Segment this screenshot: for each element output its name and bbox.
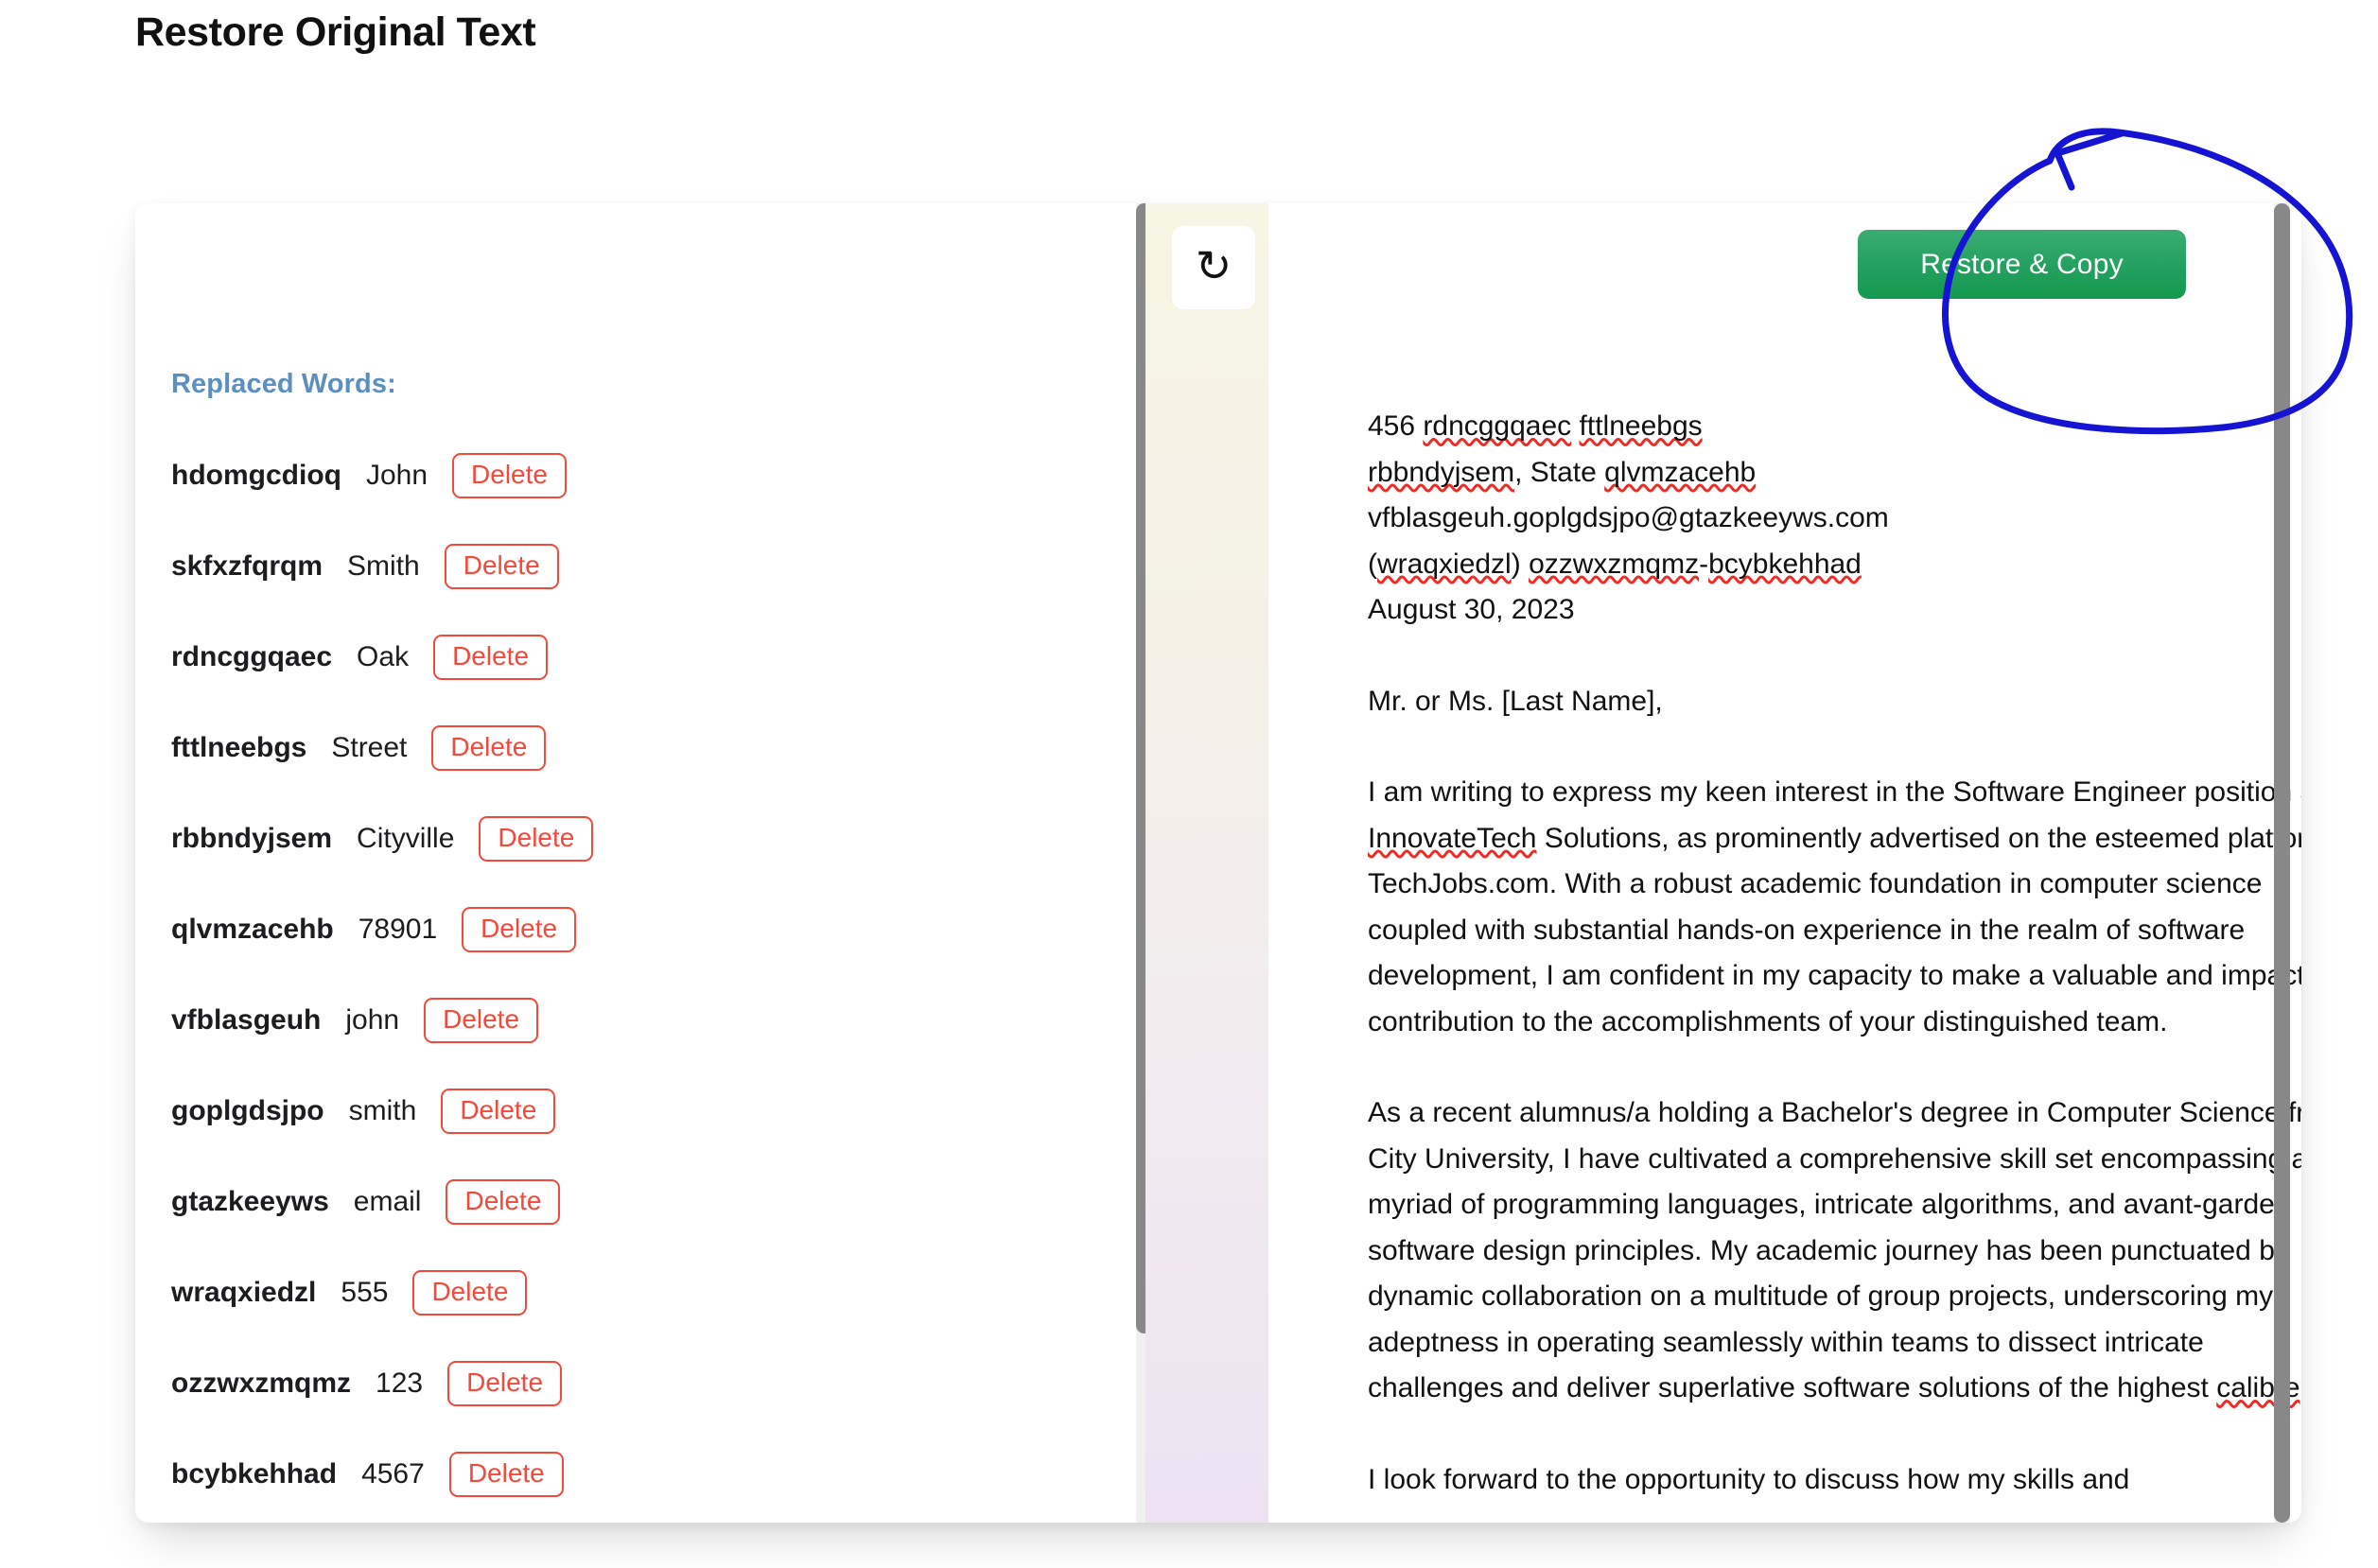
replaced-token: fttlneebgs: [171, 732, 306, 764]
replaced-token: ozzwxzmqmz: [171, 1368, 351, 1400]
original-word: John: [366, 460, 428, 492]
replaced-token: qlvmzacehb: [171, 914, 334, 946]
original-word: Cityville: [357, 823, 454, 855]
restore-card: Replaced Words: hdomgcdioqJohnDeleteskfx…: [135, 203, 2301, 1523]
divider-strip: ↻: [1145, 203, 1268, 1523]
delete-button[interactable]: Delete: [449, 1452, 564, 1497]
replaced-word-row: wraqxiedzl 555 Delete: [135, 1247, 1145, 1338]
misspelled-word: ozzwxzmqmz: [1529, 549, 1699, 580]
original-word: smith: [349, 1095, 417, 1127]
replaced-words-pane: Replaced Words: hdomgcdioqJohnDeleteskfx…: [135, 203, 1145, 1523]
misspelled-word: qlvmzacehb: [1604, 457, 1756, 488]
address-line: 456 rdncggqaec fttlneebgs: [1368, 404, 2301, 450]
replaced-word-row: goplgdsjpo smith Delete: [135, 1066, 1145, 1157]
original-word: john: [345, 1004, 399, 1037]
delete-button[interactable]: Delete: [412, 1270, 527, 1315]
misspelled-word: bcybkehhad: [1708, 549, 1862, 580]
address-line: rbbndyjsem, State qlvmzacehb: [1368, 450, 2301, 497]
replaced-word-row: gtazkeeyws email Delete: [135, 1157, 1145, 1247]
letter-paragraph-2: As a recent alumnus/a holding a Bachelor…: [1368, 1090, 2301, 1412]
paragraph-text: As a recent alumnus/a holding a Bachelor…: [1368, 1090, 2301, 1412]
delete-button[interactable]: Delete: [462, 907, 576, 952]
address-line: vfblasgeuh.goplgdsjpo@gtazkeeyws.com: [1368, 496, 2301, 542]
replaced-token: bcybkehhad: [171, 1458, 337, 1490]
replaced-words-list: hdomgcdioq John Delete skfxzfqrqm Smith Delet…: [135, 430, 1145, 1520]
replaced-word-row: qlvmzacehb 78901 Delete: [135, 884, 1145, 975]
replaced-token: goplgdsjpo: [171, 1095, 324, 1127]
document-pane-scrollbar[interactable]: [2274, 203, 2290, 1523]
replaced-word-row: rdncggqaec Oak Delete: [135, 612, 1145, 703]
letter-paragraph-1: I am writing to express my keen interest…: [1368, 770, 2301, 1045]
salutation-line: Mr. or Ms. [Last Name],: [1368, 679, 2301, 725]
replaced-word-row: skfxzfqrqm Smith Delete: [135, 521, 1145, 612]
replaced-token: vfblasgeuh: [171, 1004, 321, 1037]
salutation: Mr. or Ms. [Last Name],: [1368, 679, 2301, 725]
delete-button[interactable]: Delete: [446, 1179, 560, 1225]
replaced-token: skfxzfqrqm: [171, 550, 323, 583]
misspelled-word: rbbndyjsem: [1368, 457, 1514, 488]
delete-button[interactable]: Delete: [424, 998, 538, 1043]
document-pane-scroll-thumb[interactable]: [2274, 203, 2290, 1523]
annotation-arrowhead: [2057, 133, 2122, 187]
original-word: Street: [331, 732, 407, 764]
misspelled-word: wraqxiedzl: [1377, 549, 1512, 580]
restore-and-copy-button[interactable]: Restore & Copy: [1858, 230, 2186, 299]
address-block: 456 rdncggqaec fttlneebgsrbbndyjsem, Sta…: [1368, 404, 2301, 634]
delete-button[interactable]: Delete: [433, 635, 548, 680]
left-pane-scroll-thumb[interactable]: [1136, 203, 1145, 1333]
address-line: August 30, 2023: [1368, 587, 2301, 634]
replaced-token: hdomgcdioq: [171, 460, 341, 492]
original-word: 78901: [358, 914, 437, 946]
replaced-token: rbbndyjsem: [171, 823, 332, 855]
replaced-word-row: ozzwxzmqmz 123 Delete: [135, 1338, 1145, 1429]
letter-paragraph-3: I look forward to the opportunity to dis…: [1368, 1457, 2301, 1504]
original-word: Smith: [347, 550, 420, 583]
replaced-word-row: rbbndyjsem Cityville Delete: [135, 793, 1145, 884]
replaced-word-row: fttlneebgs Street Delete: [135, 703, 1145, 793]
replaced-token: rdncggqaec: [171, 641, 332, 673]
replaced-token: gtazkeeyws: [171, 1186, 329, 1218]
misspelled-word: fttlneebgs: [1580, 410, 1703, 442]
document-text[interactable]: 456 rdncggqaec fttlneebgsrbbndyjsem, Sta…: [1368, 404, 2301, 1503]
replaced-word-row: hdomgcdioq John Delete: [135, 430, 1145, 521]
delete-button[interactable]: Delete: [445, 544, 559, 589]
paragraph-text: I am writing to express my keen interest…: [1368, 770, 2301, 1045]
misspelled-word: InnovateTech: [1368, 823, 1536, 854]
replaced-word-row: vfblasgeuh john Delete: [135, 975, 1145, 1066]
refresh-button[interactable]: ↻: [1172, 226, 1255, 309]
left-pane-scrollbar[interactable]: [1136, 203, 1145, 1523]
delete-button[interactable]: Delete: [447, 1361, 562, 1406]
page-title: Restore Original Text: [135, 9, 535, 56]
original-word: 555: [341, 1277, 388, 1309]
original-word: 123: [376, 1368, 423, 1400]
replaced-word-row: bcybkehhad 4567 Delete: [135, 1429, 1145, 1520]
delete-button[interactable]: Delete: [431, 725, 546, 771]
original-word: email: [354, 1186, 422, 1218]
replaced-words-heading: Replaced Words:: [171, 369, 396, 400]
delete-button[interactable]: Delete: [441, 1089, 555, 1134]
address-line: (wraqxiedzl) ozzwxzmqmz-bcybkehhad: [1368, 542, 2301, 588]
app-root: Restore Original Text Replaced Words: hd…: [0, 0, 2378, 1568]
delete-button[interactable]: Delete: [479, 816, 593, 862]
replaced-token: wraqxiedzl: [171, 1277, 316, 1309]
original-word: 4567: [361, 1458, 425, 1490]
document-pane: Restore & Copy 456 rdncggqaec fttlneebgs…: [1268, 203, 2301, 1523]
original-word: Oak: [357, 641, 409, 673]
delete-button[interactable]: Delete: [452, 453, 567, 498]
misspelled-word: rdncggqaec: [1423, 410, 1571, 442]
paragraph-text: I look forward to the opportunity to dis…: [1368, 1457, 2301, 1504]
refresh-icon: ↻: [1196, 244, 1233, 287]
